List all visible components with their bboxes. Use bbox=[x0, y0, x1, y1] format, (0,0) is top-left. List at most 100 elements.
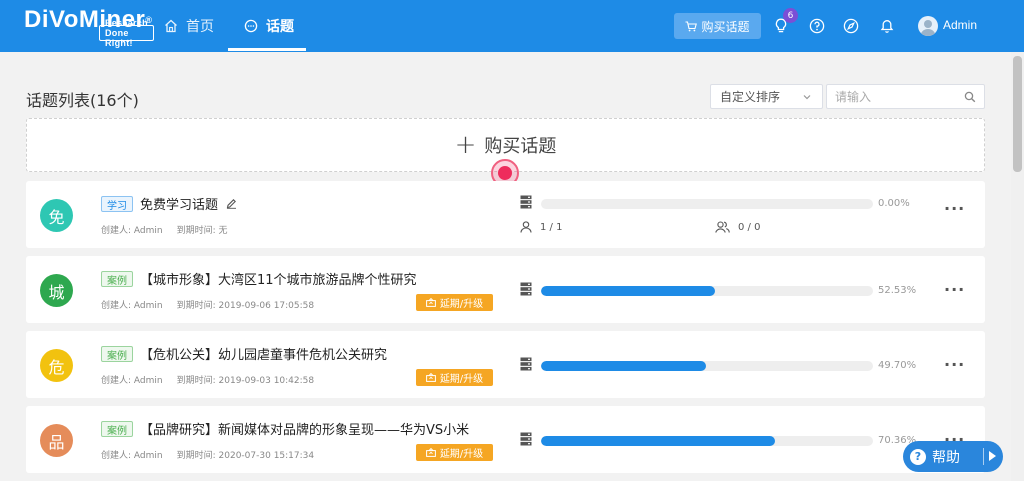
page-scrollbar[interactable] bbox=[1011, 52, 1024, 481]
creator-label: 创建人: bbox=[101, 301, 132, 311]
topic-tag: 案例 bbox=[101, 271, 133, 287]
plus-icon: + bbox=[454, 130, 477, 160]
cart-icon bbox=[685, 20, 698, 31]
progress-bar bbox=[541, 286, 873, 296]
extend-upgrade-label: 延期/升级 bbox=[439, 374, 484, 385]
user-count: 1 / 1 bbox=[520, 221, 562, 233]
question-icon: ? bbox=[910, 448, 926, 465]
help-label: 帮助 bbox=[932, 449, 960, 466]
progress-percent: 0.00% bbox=[878, 198, 910, 209]
topic-tag: 案例 bbox=[101, 346, 133, 362]
expire-time: 无 bbox=[218, 226, 228, 236]
help-circle-icon[interactable] bbox=[808, 17, 826, 35]
topic-avatar: 危 bbox=[40, 349, 73, 382]
extend-upgrade-button[interactable]: 延期/升级 bbox=[416, 444, 493, 461]
expire-label: 到期时间: bbox=[176, 451, 216, 461]
topic-title[interactable]: 【危机公关】幼儿园虐童事件危机公关研究 bbox=[140, 344, 387, 363]
progress-fill bbox=[541, 436, 775, 446]
nav-topics-label: 话题 bbox=[266, 19, 294, 35]
help-button[interactable]: ? 帮助 bbox=[903, 441, 1003, 472]
sort-selected-value: 自定义排序 bbox=[720, 90, 781, 104]
user-name[interactable]: Admin bbox=[943, 18, 977, 32]
user-icon bbox=[520, 221, 532, 233]
logo-tagline: Research Done Right! bbox=[99, 18, 154, 48]
topic-meta: 创建人: Admin 到期时间: 2019-09-06 17:05:58 bbox=[101, 298, 314, 311]
progress-bar bbox=[541, 361, 873, 371]
creator-name: Admin bbox=[133, 376, 163, 386]
edit-icon[interactable] bbox=[226, 198, 237, 209]
nav-home-label: 首页 bbox=[186, 19, 214, 35]
creator-name: Admin bbox=[133, 451, 163, 461]
creator-label: 创建人: bbox=[101, 376, 132, 386]
upgrade-icon bbox=[425, 373, 436, 382]
buy-topic-card-label: 购买话题 bbox=[484, 136, 557, 157]
collapse-arrow-icon[interactable] bbox=[989, 451, 996, 461]
home-icon bbox=[165, 19, 177, 33]
topic-meta: 创建人: Admin 到期时间: 无 bbox=[101, 223, 228, 236]
nav-home[interactable]: 首页 bbox=[164, 0, 214, 52]
expire-label: 到期时间: bbox=[176, 301, 216, 311]
topic-meta: 创建人: Admin 到期时间: 2019-09-03 10:42:58 bbox=[101, 373, 314, 386]
more-options-icon[interactable]: ··· bbox=[944, 355, 965, 374]
chevron-down-icon bbox=[803, 95, 811, 100]
user-avatar[interactable] bbox=[918, 16, 938, 36]
page-title: 话题列表(16个) bbox=[26, 91, 139, 110]
scrollbar-thumb[interactable] bbox=[1013, 56, 1022, 172]
more-options-icon[interactable]: ··· bbox=[944, 199, 965, 218]
nav-topics[interactable]: 话题 bbox=[244, 0, 294, 52]
creator-label: 创建人: bbox=[101, 451, 132, 461]
divominer-logo[interactable]: DiVoMiner® Research Done Right! bbox=[24, 8, 154, 48]
search-icon bbox=[964, 91, 976, 103]
extend-upgrade-label: 延期/升级 bbox=[439, 299, 484, 310]
progress-percent: 52.53% bbox=[878, 285, 917, 296]
expire-label: 到期时间: bbox=[176, 376, 216, 386]
buy-topic-label: 购买话题 bbox=[701, 19, 750, 34]
bell-icon[interactable] bbox=[878, 17, 896, 35]
extend-upgrade-label: 延期/升级 bbox=[439, 449, 484, 460]
user-count-value: 1 / 1 bbox=[540, 221, 563, 233]
compass-icon[interactable] bbox=[842, 17, 860, 35]
nav-active-indicator bbox=[228, 48, 306, 51]
top-header: DiVoMiner® Research Done Right! 首页 话题 购买… bbox=[0, 0, 1024, 52]
coder-count: 0 / 0 bbox=[715, 221, 760, 233]
creator-label: 创建人: bbox=[101, 226, 132, 236]
search-placeholder: 请输入 bbox=[835, 90, 872, 104]
more-options-icon[interactable]: ··· bbox=[944, 280, 965, 299]
topic-avatar: 品 bbox=[40, 424, 73, 457]
extend-upgrade-button[interactable]: 延期/升级 bbox=[416, 294, 493, 311]
topic-row[interactable]: 品 案例 【品牌研究】新闻媒体对品牌的形象呈现——华为VS小米 创建人: Adm… bbox=[26, 406, 985, 473]
expire-time: 2019-09-03 10:42:58 bbox=[218, 376, 315, 386]
topic-tag: 学习 bbox=[101, 196, 133, 212]
database-icon bbox=[520, 432, 532, 446]
progress-fill bbox=[541, 361, 706, 371]
topic-row[interactable]: 危 案例 【危机公关】幼儿园虐童事件危机公关研究 创建人: Admin 到期时间:… bbox=[26, 331, 985, 398]
progress-percent: 49.70% bbox=[878, 360, 917, 371]
topic-title[interactable]: 【品牌研究】新闻媒体对品牌的形象呈现——华为VS小米 bbox=[140, 419, 469, 438]
sort-select[interactable]: 自定义排序 bbox=[710, 84, 823, 109]
expire-time: 2020-07-30 15:17:34 bbox=[218, 451, 315, 461]
topic-meta: 创建人: Admin 到期时间: 2020-07-30 15:17:34 bbox=[101, 448, 314, 461]
topic-row[interactable]: 免 学习 免费学习话题 创建人: Admin 到期时间: 无 0.00% ··· … bbox=[26, 181, 985, 248]
upgrade-icon bbox=[425, 448, 436, 457]
users-icon bbox=[715, 221, 730, 233]
progress-bar bbox=[541, 199, 873, 209]
topic-tag: 案例 bbox=[101, 421, 133, 437]
progress-bar bbox=[541, 436, 873, 446]
database-icon bbox=[520, 195, 532, 209]
upgrade-icon bbox=[425, 298, 436, 307]
topic-title[interactable]: 【城市形象】大湾区11个城市旅游品牌个性研究 bbox=[140, 269, 417, 288]
topic-title[interactable]: 免费学习话题 bbox=[140, 194, 218, 213]
extend-upgrade-button[interactable]: 延期/升级 bbox=[416, 369, 493, 386]
topic-avatar: 城 bbox=[40, 274, 73, 307]
progress-fill bbox=[541, 286, 716, 296]
chat-icon bbox=[244, 19, 258, 33]
notification-count-badge: 6 bbox=[783, 8, 798, 23]
coder-count-value: 0 / 0 bbox=[738, 221, 761, 233]
buy-topic-button[interactable]: 购买话题 bbox=[674, 13, 761, 39]
search-input[interactable]: 请输入 bbox=[826, 84, 985, 109]
topic-row[interactable]: 城 案例 【城市形象】大湾区11个城市旅游品牌个性研究 创建人: Admin 到期… bbox=[26, 256, 985, 323]
database-icon bbox=[520, 357, 532, 371]
creator-name: Admin bbox=[133, 226, 163, 236]
expire-label: 到期时间: bbox=[176, 226, 216, 236]
creator-name: Admin bbox=[133, 301, 163, 311]
